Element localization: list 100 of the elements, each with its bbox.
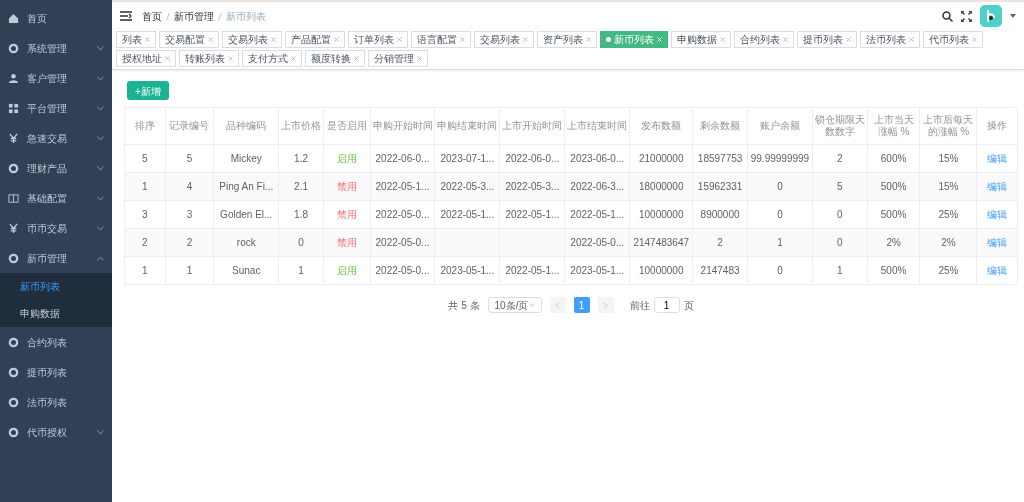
- tab[interactable]: 申购数据: [671, 31, 731, 48]
- next-page-button[interactable]: [597, 297, 614, 313]
- sidebar-item[interactable]: 法币列表: [0, 387, 112, 417]
- tab[interactable]: 代币列表: [923, 31, 983, 48]
- page-label: 页: [683, 298, 694, 313]
- close-icon[interactable]: [397, 37, 402, 42]
- tab[interactable]: 订单列表: [348, 31, 408, 48]
- table-cell: 1: [124, 256, 166, 285]
- close-icon[interactable]: [165, 56, 170, 61]
- table-cell: 500%: [867, 200, 920, 229]
- page-input[interactable]: 1: [653, 297, 680, 313]
- chevron-right-icon: [603, 301, 609, 309]
- breadcrumb-item[interactable]: 新币管理: [174, 8, 214, 24]
- sidebar-item[interactable]: 理财产品: [0, 153, 112, 183]
- close-icon[interactable]: [846, 37, 851, 42]
- close-icon[interactable]: [208, 37, 213, 42]
- yen-icon: [8, 132, 19, 144]
- table-cell: 10000000: [629, 200, 693, 229]
- close-icon[interactable]: [354, 56, 359, 61]
- goto-label: 前往: [629, 298, 650, 313]
- table-cell: Mickey: [213, 144, 279, 173]
- sidebar-item[interactable]: 合约列表: [0, 327, 112, 357]
- table-cell: Sunac: [213, 256, 279, 285]
- tab[interactable]: 提币列表: [797, 31, 857, 48]
- close-icon[interactable]: [417, 56, 422, 61]
- close-icon[interactable]: [291, 56, 296, 61]
- sidebar-item[interactable]: 客户管理: [0, 63, 112, 93]
- table-cell: 18597753: [692, 144, 748, 173]
- close-icon[interactable]: [720, 37, 725, 42]
- book-icon: [8, 192, 19, 204]
- tab[interactable]: 授权地址: [116, 50, 176, 67]
- breadcrumb-item: 新币列表: [226, 9, 266, 24]
- tab[interactable]: 合约列表: [734, 31, 794, 48]
- tab[interactable]: 支付方式: [242, 50, 302, 67]
- prev-page-button[interactable]: [549, 297, 566, 313]
- table-cell: 500%: [867, 256, 920, 285]
- user-icon: [8, 72, 19, 84]
- sidebar-item[interactable]: 新币管理: [0, 243, 112, 273]
- sidebar-item[interactable]: 平台管理: [0, 93, 112, 123]
- table-cell: 2022-05-1...: [564, 200, 630, 229]
- table-cell: 2022-05-1...: [499, 200, 565, 229]
- sidebar-subitem[interactable]: 申购数据: [0, 300, 112, 327]
- table-cell: 2022-05-3...: [499, 172, 565, 201]
- search-icon[interactable]: [942, 10, 953, 22]
- tab[interactable]: 交易配置: [159, 31, 219, 48]
- close-icon[interactable]: [523, 37, 528, 42]
- table-cell: 5: [165, 144, 214, 173]
- column-header: 申购结束时间: [434, 107, 500, 145]
- menu-icon[interactable]: [120, 11, 132, 21]
- home-icon: [8, 12, 19, 24]
- caret-icon: [528, 303, 535, 307]
- close-icon[interactable]: [271, 37, 276, 42]
- sidebar-item[interactable]: 提币列表: [0, 357, 112, 387]
- table-cell: 10000000: [629, 256, 693, 285]
- table-cell: 2147483: [692, 256, 748, 285]
- tab[interactable]: 资产列表: [537, 31, 597, 48]
- close-icon[interactable]: [334, 37, 339, 42]
- table-cell: 0: [747, 200, 813, 229]
- status-text: 禁用: [336, 181, 357, 192]
- close-icon[interactable]: [783, 37, 788, 42]
- close-icon[interactable]: [228, 56, 233, 61]
- table-cell: 2: [812, 144, 868, 173]
- close-icon[interactable]: [972, 37, 977, 42]
- table-cell: 21000000: [629, 144, 693, 173]
- close-icon[interactable]: [586, 37, 591, 42]
- tab[interactable]: 列表: [116, 31, 156, 48]
- table-cell: 25%: [920, 256, 977, 285]
- sidebar-item[interactable]: 代币授权: [0, 417, 112, 447]
- table-cell: 1: [812, 256, 868, 285]
- close-icon[interactable]: [145, 37, 150, 42]
- table-cell: rock: [213, 228, 279, 257]
- tab[interactable]: 产品配置: [285, 31, 345, 48]
- tab[interactable]: 语言配置: [411, 31, 471, 48]
- tab[interactable]: 额度转换: [305, 50, 365, 67]
- column-header: 剩余数额: [692, 107, 748, 145]
- column-header: 记录编号: [165, 107, 214, 145]
- sidebar-subitem[interactable]: 新币列表: [0, 273, 112, 300]
- sidebar-item[interactable]: 币币交易: [0, 213, 112, 243]
- avatar[interactable]: [980, 5, 1002, 27]
- sidebar-item[interactable]: 基础配置: [0, 183, 112, 213]
- table-cell: 2022-05-0...: [564, 228, 630, 257]
- fullscreen-icon[interactable]: [961, 10, 972, 22]
- tab[interactable]: 转账列表: [179, 50, 239, 67]
- tab[interactable]: 分销管理: [368, 50, 428, 67]
- tab[interactable]: 交易列表: [222, 31, 282, 48]
- breadcrumb-item[interactable]: 首页: [142, 8, 162, 24]
- page-size-select[interactable]: 10条/页: [487, 297, 542, 313]
- table-cell: 2023-07-1...: [434, 144, 500, 173]
- caret-icon[interactable]: [1010, 14, 1016, 18]
- table-cell: 0: [747, 172, 813, 201]
- sidebar-item[interactable]: 系统管理: [0, 33, 112, 63]
- sidebar-item[interactable]: 首页: [0, 3, 112, 33]
- table-cell: 2022-06-0...: [370, 144, 435, 173]
- sidebar-item[interactable]: 急速交易: [0, 123, 112, 153]
- close-icon[interactable]: [909, 37, 914, 42]
- table-cell: 2022-05-1...: [434, 200, 500, 229]
- column-header: 排序: [124, 107, 166, 145]
- tab[interactable]: 法币列表: [860, 31, 920, 48]
- close-icon[interactable]: [460, 37, 465, 42]
- tab[interactable]: 交易列表: [474, 31, 534, 48]
